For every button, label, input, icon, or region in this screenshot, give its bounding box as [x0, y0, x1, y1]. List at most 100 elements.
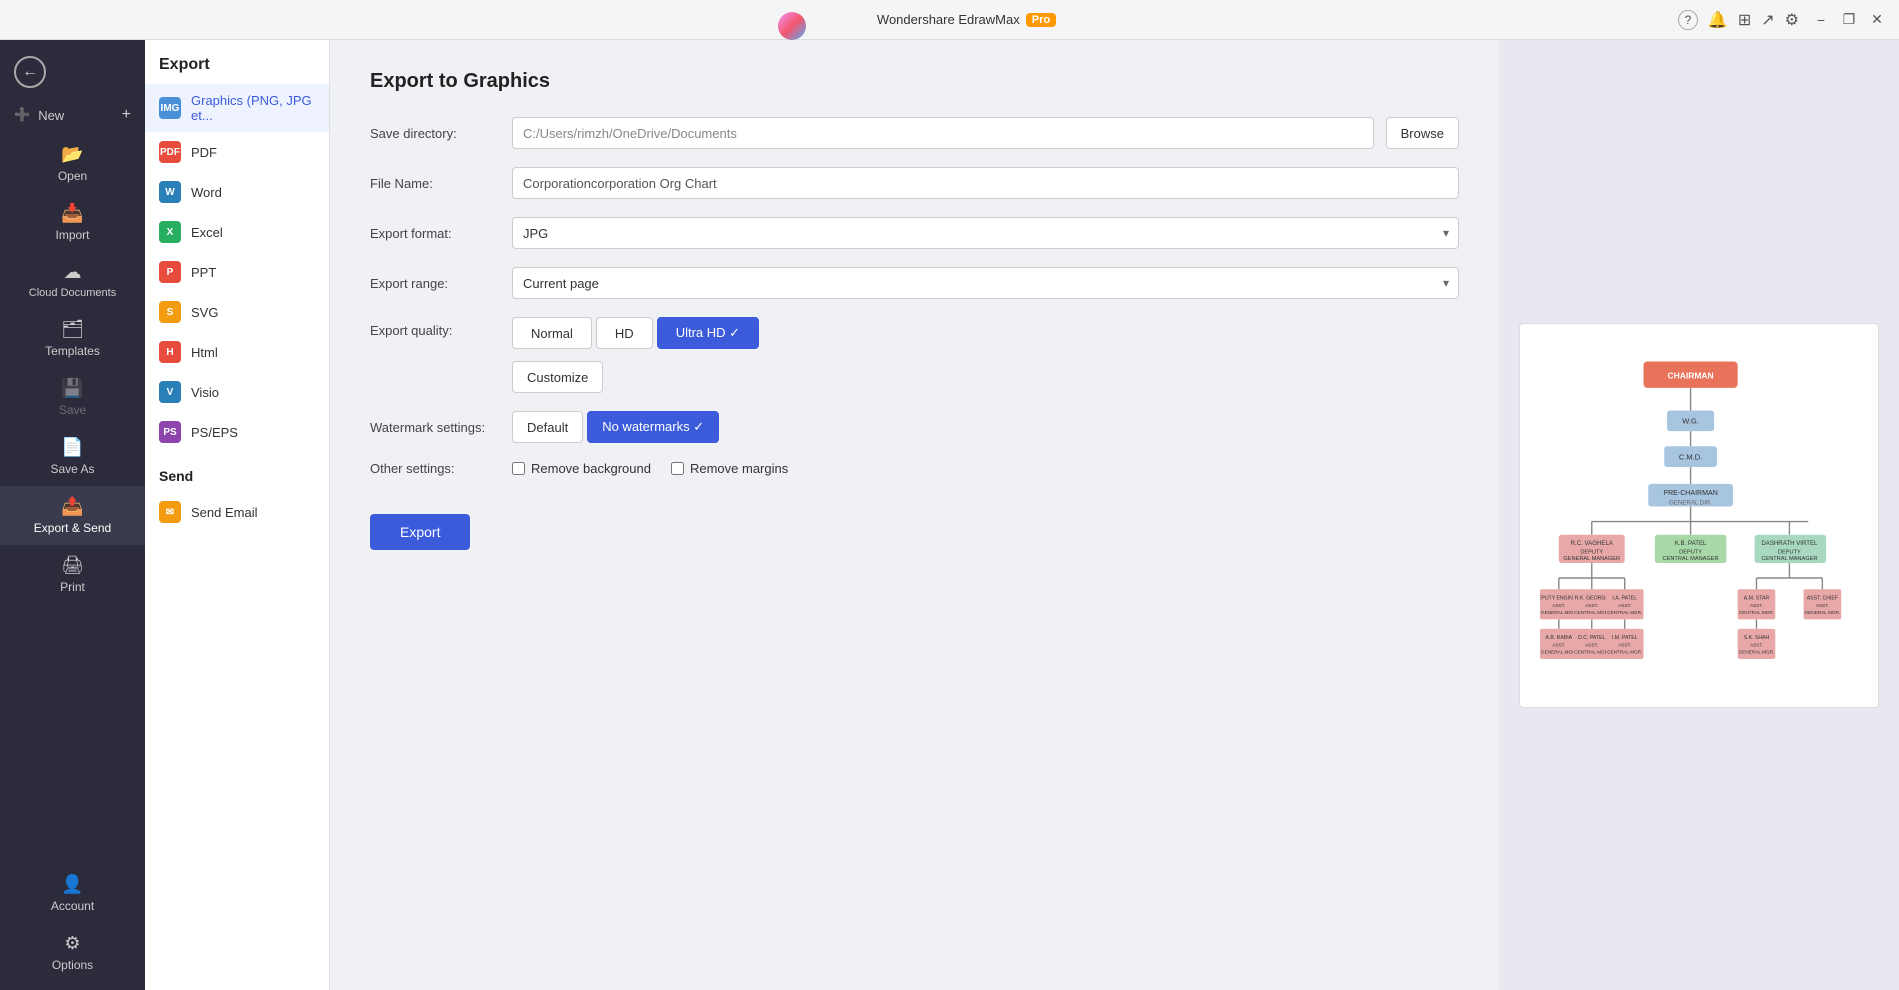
pseps-icon: PS [159, 421, 181, 443]
sidebar-item-templates[interactable]: 🗂 Templates [0, 309, 145, 368]
format-item-html[interactable]: H Html [145, 332, 329, 372]
ppt-label: PPT [191, 265, 216, 280]
saveas-icon: 📄 [61, 437, 83, 458]
cloud-label: Cloud Documents [29, 287, 116, 299]
middle-panel: Export IMG Graphics (PNG, JPG et... PDF … [145, 40, 330, 990]
remove-bg-checkbox[interactable] [512, 462, 525, 475]
svg-text:GENERAL MGR.: GENERAL MGR. [1541, 649, 1577, 654]
svg-text:ASST.: ASST. [1585, 603, 1598, 608]
templates-label: Templates [45, 344, 100, 358]
format-item-visio[interactable]: V Visio [145, 372, 329, 412]
svg-text:DEPUTY: DEPUTY [1778, 549, 1801, 555]
main-content: Export to Graphics Save directory: Brows… [330, 40, 1499, 990]
sidebar-item-open[interactable]: 📂 Open [0, 134, 145, 193]
sidebar-item-save[interactable]: 💾 Save [0, 368, 145, 427]
svg-text:ASST.: ASST. [1618, 603, 1631, 608]
save-label: Save [59, 403, 86, 417]
new-icon: ➕ [14, 107, 30, 123]
avatar [778, 12, 806, 40]
svg-text:S.K. SHAH: S.K. SHAH [1744, 635, 1770, 641]
format-item-pdf[interactable]: PDF PDF [145, 132, 329, 172]
file-name-label: File Name: [370, 176, 500, 191]
watermark-none-button[interactable]: No watermarks ✓ [587, 411, 719, 443]
sidebar-item-cloud[interactable]: ☁ Cloud Documents [0, 252, 145, 309]
notify-icon[interactable]: 🔔 [1708, 10, 1728, 30]
sidebar-item-print[interactable]: 🖨 Print [0, 545, 145, 604]
close-button[interactable]: ✕ [1867, 10, 1887, 30]
sidebar-item-account[interactable]: 👤 Account [0, 864, 145, 923]
format-item-excel[interactable]: X Excel [145, 212, 329, 252]
svg-text:A.B. RABIA: A.B. RABIA [1545, 635, 1572, 641]
app-name: Wondershare EdrawMax [877, 12, 1020, 27]
quality-controls: Normal HD Ultra HD ✓ Customize [512, 317, 759, 393]
word-icon: W [159, 181, 181, 203]
sidebar-item-options[interactable]: ⚙ Options [0, 923, 145, 982]
svg-text:CENTRAL MGR.: CENTRAL MGR. [1574, 649, 1609, 654]
browse-button[interactable]: Browse [1386, 117, 1459, 149]
pdf-label: PDF [191, 145, 217, 160]
import-icon: 📥 [61, 203, 83, 224]
svg-text:GENERAL MGR.: GENERAL MGR. [1804, 609, 1840, 614]
send-item-email[interactable]: ✉ Send Email [145, 492, 329, 532]
file-name-input[interactable] [512, 167, 1459, 199]
quality-button-group: Normal HD Ultra HD ✓ [512, 317, 759, 349]
grid-icon[interactable]: ⊞ [1738, 10, 1751, 30]
open-label: Open [58, 169, 87, 183]
remove-bg-label[interactable]: Remove background [512, 461, 651, 476]
visio-label: Visio [191, 385, 219, 400]
export-button[interactable]: Export [370, 514, 470, 550]
excel-label: Excel [191, 225, 223, 240]
quality-hd-button[interactable]: HD [596, 317, 653, 349]
settings-icon[interactable]: ⚙ [1785, 10, 1799, 30]
svg-text:DASHRATH VIRTEL: DASHRATH VIRTEL [1761, 540, 1818, 547]
sidebar-item-export[interactable]: 📤 Export & Send [0, 486, 145, 545]
graphics-icon: IMG [159, 97, 181, 119]
svg-text:I.A. PATEL: I.A. PATEL [1612, 595, 1637, 601]
format-item-pseps[interactable]: PS PS/EPS [145, 412, 329, 452]
sidebar-item-import[interactable]: 📥 Import [0, 193, 145, 252]
file-name-row: File Name: [370, 167, 1459, 199]
svg-text:CHAIRMAN: CHAIRMAN [1668, 370, 1714, 380]
svg-text:CENTRAL MANAGER: CENTRAL MANAGER [1663, 556, 1719, 562]
svg-text:DEPUTY: DEPUTY [1580, 549, 1603, 555]
svg-text:CENTRAL MGR.: CENTRAL MGR. [1739, 609, 1774, 614]
ppt-icon: P [159, 261, 181, 283]
export-range-label: Export range: [370, 276, 500, 291]
maximize-button[interactable]: ❐ [1839, 10, 1859, 30]
save-dir-input[interactable] [512, 117, 1374, 149]
format-item-ppt[interactable]: P PPT [145, 252, 329, 292]
format-item-svg[interactable]: S SVG [145, 292, 329, 332]
sidebar-item-new[interactable]: ➕ New + [0, 96, 145, 134]
svg-text:PRE-CHAIRMAN: PRE-CHAIRMAN [1663, 490, 1717, 497]
svg-text:D.C. PATEL: D.C. PATEL [1578, 635, 1605, 641]
title-bar: Wondershare EdrawMax Pro ? 🔔 ⊞ ↗ ⚙ − ❐ ✕ [0, 0, 1899, 40]
watermark-row: Watermark settings: Default No watermark… [370, 411, 1459, 443]
customize-button[interactable]: Customize [512, 361, 603, 393]
svg-text:A.M. STAR: A.M. STAR [1744, 595, 1770, 601]
sidebar-item-saveas[interactable]: 📄 Save As [0, 427, 145, 486]
share-icon[interactable]: ↗ [1761, 10, 1774, 30]
remove-margins-checkbox[interactable] [671, 462, 684, 475]
send-section-title: Send [145, 452, 329, 492]
svg-text:DEPUTY: DEPUTY [1679, 549, 1702, 555]
minimize-button[interactable]: − [1811, 10, 1831, 30]
format-item-word[interactable]: W Word [145, 172, 329, 212]
export-icon: 📤 [61, 496, 83, 517]
svg-text:CENTRAL MGR.: CENTRAL MGR. [1607, 609, 1642, 614]
save-dir-row: Save directory: Browse [370, 117, 1459, 149]
quality-ultrahd-button[interactable]: Ultra HD ✓ [657, 317, 759, 349]
svg-text:GENERAL DIR.: GENERAL DIR. [1669, 499, 1712, 506]
export-range-select[interactable]: Current page All pages Selected objects [512, 267, 1459, 299]
other-settings-label: Other settings: [370, 461, 500, 476]
print-label: Print [60, 580, 85, 594]
export-label: Export & Send [34, 521, 111, 535]
help-icon[interactable]: ? [1678, 10, 1698, 30]
svg-text:ASST.: ASST. [1585, 642, 1598, 647]
quality-normal-button[interactable]: Normal [512, 317, 592, 349]
export-format-select[interactable]: JPG PNG BMP SVG [512, 217, 1459, 249]
back-button[interactable]: ← [14, 56, 46, 88]
svg-text:CENTRAL MANAGER: CENTRAL MANAGER [1761, 556, 1817, 562]
format-item-graphics[interactable]: IMG Graphics (PNG, JPG et... [145, 84, 329, 132]
remove-margins-label[interactable]: Remove margins [671, 461, 788, 476]
watermark-default-button[interactable]: Default [512, 411, 583, 443]
